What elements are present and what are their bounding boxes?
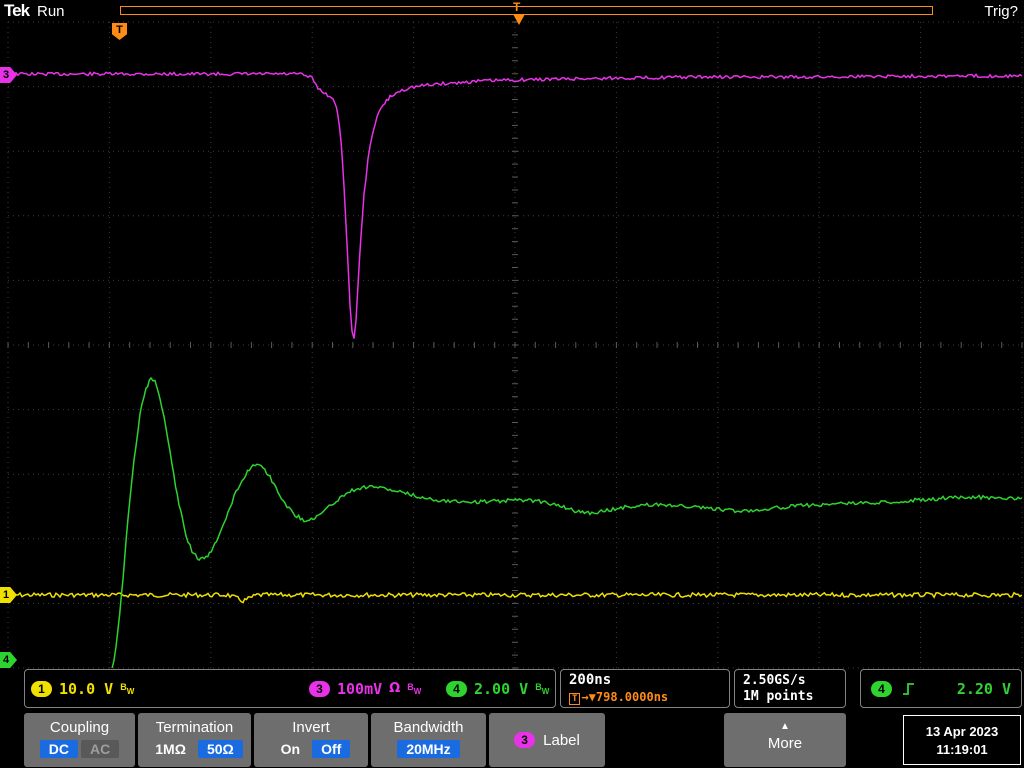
timebase-readout: 200ns: [569, 672, 612, 688]
channel-readouts-box[interactable]: 1 10.0 V BW 3 100mV Ω BW 4 2.00 V BW: [24, 669, 556, 708]
label-ch3-badge: 3: [514, 732, 536, 748]
acquisition-readout-box[interactable]: 2.50GS/s 1M points: [734, 669, 846, 708]
more-title: More: [767, 735, 803, 752]
datetime-display: 13 Apr 2023 11:19:01: [903, 715, 1021, 765]
coupling-button[interactable]: Coupling DC AC: [24, 713, 135, 767]
ch3-badge[interactable]: 3: [309, 680, 330, 697]
coupling-title: Coupling: [49, 719, 110, 736]
ch4-bandwidth-limit-icon: BW: [535, 680, 549, 698]
bw-bottom: W: [413, 686, 422, 696]
trigger-level-readout: 2.20 V: [956, 679, 1011, 698]
bandwidth-title: Bandwidth: [393, 719, 464, 736]
label-button[interactable]: 3 Label: [489, 713, 605, 767]
trigger-delay-readout: T →▼798.0000ns: [569, 690, 721, 705]
trigger-status: Trig?: [984, 3, 1018, 20]
waveform-display: [7, 21, 1023, 669]
ch1-badge[interactable]: 1: [31, 680, 52, 697]
tek-logo: Tek: [4, 1, 30, 20]
ch3-scale: 100mV: [337, 679, 383, 698]
more-button[interactable]: ▲ More: [724, 713, 846, 767]
bw-bottom: W: [541, 686, 550, 696]
invert-title: Invert: [292, 719, 330, 736]
record-length: 1M points: [743, 689, 814, 704]
termination-title: Termination: [155, 719, 234, 736]
ch3-bandwidth-limit-icon: BW: [407, 680, 421, 698]
termination-50ohm-option[interactable]: 50Ω: [197, 740, 243, 758]
ch1-scale: 10.0 V: [59, 679, 114, 698]
trigger-delay-value: 798.0000ns: [595, 690, 669, 704]
ch1-readout[interactable]: 1 10.0 V BW: [31, 670, 134, 707]
record-trigger-t-icon[interactable]: T: [513, 0, 520, 14]
invert-button[interactable]: Invert On Off: [254, 713, 368, 767]
trigger-source-badge: 4: [871, 680, 892, 697]
ch3-readout[interactable]: 3 100mV Ω BW: [309, 670, 421, 707]
arrow-glyph: →: [581, 690, 589, 704]
up-arrow-icon: ▲: [780, 721, 790, 732]
date-text: 13 Apr 2023: [925, 724, 999, 739]
acquisition-status: Run: [37, 3, 65, 20]
record-view-bar[interactable]: [120, 6, 933, 15]
ch4-scale: 2.00 V: [474, 679, 529, 698]
time-text: 11:19:01: [936, 742, 988, 757]
t-box-icon: T: [569, 693, 581, 705]
rising-edge-slope-icon: [903, 682, 914, 695]
sample-rate: 2.50GS/s: [743, 673, 806, 688]
ch4-badge[interactable]: 4: [446, 680, 467, 697]
invert-off-option[interactable]: Off: [312, 740, 351, 758]
termination-button[interactable]: Termination 1MΩ 50Ω: [138, 713, 251, 767]
trigger-readout-box[interactable]: 4 2.20 V: [860, 669, 1022, 708]
trigger-position-arrow-icon[interactable]: [513, 14, 525, 25]
coupling-dc-option[interactable]: DC: [39, 740, 78, 758]
bw-bottom: W: [126, 686, 135, 696]
label-title: Label: [543, 731, 580, 749]
oscilloscope-screen: Tek Run Trig? T T 3 1 4 1 10.0 V BW 3 10…: [0, 0, 1024, 768]
coupling-ac-option[interactable]: AC: [81, 740, 120, 758]
horizontal-readout-box[interactable]: 200ns T →▼798.0000ns: [560, 669, 730, 708]
marker-glyph: ▼: [588, 690, 596, 704]
ch1-bandwidth-limit-icon: BW: [120, 680, 134, 698]
termination-1mohm-option[interactable]: 1MΩ: [146, 740, 195, 758]
invert-on-option[interactable]: On: [272, 740, 309, 758]
ch4-readout[interactable]: 4 2.00 V BW: [446, 670, 549, 707]
ch3-impedance-icon: Ω: [389, 681, 401, 696]
bandwidth-20mhz-option[interactable]: 20MHz: [397, 740, 460, 758]
bandwidth-button[interactable]: Bandwidth 20MHz: [371, 713, 486, 767]
